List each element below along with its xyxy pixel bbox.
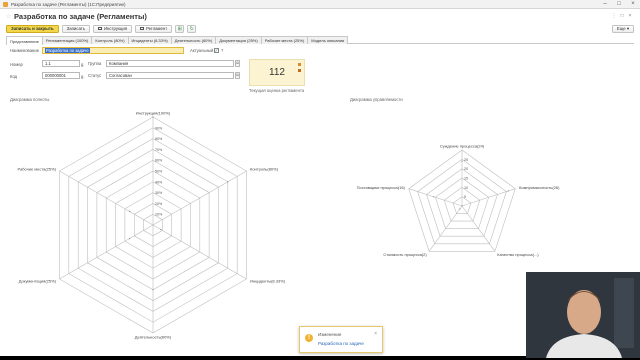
tab-activity[interactable]: Деятельность (60%) <box>170 36 217 44</box>
page-header: ☆ Разработка по задаче (Регламенты) ⋮ □ … <box>6 10 634 22</box>
completeness-category-label: Документация(25%) <box>19 279 57 284</box>
status-label: Статус <box>88 73 102 78</box>
rating-indicator-icon-2 <box>298 69 301 72</box>
manageability-tick-label: 25 <box>464 158 468 162</box>
tab-bar: Представление Регламентация (100%) Контр… <box>6 36 634 45</box>
save-and-close-button[interactable]: Записать и закрыть <box>6 24 59 33</box>
manageability-data-point <box>461 160 463 162</box>
manageability-category-label: Стоимость процесса(2) <box>383 252 427 257</box>
minimize-button[interactable]: – <box>598 0 612 9</box>
toolbar: Записать и закрыть Записать Инструкция Р… <box>6 24 634 33</box>
reglament-button[interactable]: Регламент <box>135 24 173 33</box>
name-field[interactable]: Разработка по задаче <box>42 47 184 54</box>
app-logo-icon <box>3 1 8 7</box>
completeness-category-label: Деятельность(60%) <box>135 335 172 340</box>
titlebar: Разработка по задаче (Регламенты) (1С:Пр… <box>0 0 640 9</box>
close-form-icon[interactable]: × <box>626 13 634 19</box>
structure-button[interactable]: ⊞ <box>175 24 185 33</box>
manageability-data-point <box>507 190 509 192</box>
group-select-icon[interactable]: ⧉ <box>235 60 240 67</box>
number-label: Номер <box>10 62 23 67</box>
number-field[interactable]: 1.1 <box>42 60 80 67</box>
tab-presentation[interactable]: Представление <box>6 36 43 45</box>
completeness-data-point <box>129 237 131 240</box>
rating-caption: Текущая оценка регламента <box>249 88 305 93</box>
notification-close-button[interactable]: × <box>374 331 377 337</box>
manageability-series-area <box>434 161 509 209</box>
completeness-data-point <box>227 181 229 183</box>
rating-value: 112 <box>269 67 285 78</box>
reglament-label: Регламент <box>146 26 168 31</box>
close-window-button[interactable]: × <box>626 0 640 9</box>
presenter-figure <box>526 272 640 358</box>
code-field[interactable]: 000000001 <box>42 72 80 79</box>
manageability-category-label: Качество процесса(...) <box>497 252 539 257</box>
number-unit: g. <box>81 62 85 67</box>
right-chart-title: Диаграмма управляемости <box>350 97 403 102</box>
actual-label: Актуальный <box>190 48 214 53</box>
hierarchy-icon: ⊞ <box>177 25 182 32</box>
more-button[interactable]: Еще ▾ <box>611 24 634 33</box>
more-actions-icon[interactable]: ⋮ <box>610 13 618 19</box>
completeness-category-label: Рабочие места(25%) <box>18 167 57 172</box>
notification-link[interactable]: Разработка по задаче <box>318 341 364 346</box>
refresh-icon: ↻ <box>189 25 194 32</box>
actual-flag-text: ? <box>221 48 224 53</box>
manageability-category-label: Поставщики процесса(16) <box>357 185 406 190</box>
completeness-radar-chart: Инструкция(100%) Контроль(80%) Инциденты(8… <box>18 111 286 340</box>
completeness-category-label: Инструкция(100%) <box>136 111 171 116</box>
rating-indicator-icon <box>298 63 301 66</box>
tab-control[interactable]: Контроль (80%) <box>91 36 129 44</box>
manageability-data-point <box>433 196 435 198</box>
tab-documentation[interactable]: Документация (25%) <box>215 36 262 44</box>
tab-description-model[interactable]: Модель описания <box>307 36 349 44</box>
change-notification[interactable]: ! Изменение Разработка по задаче × <box>299 326 383 353</box>
completeness-data-point <box>152 289 154 291</box>
refresh-button[interactable]: ↻ <box>187 24 197 33</box>
code-unit: g. <box>81 74 85 79</box>
manageability-data-point <box>461 205 463 207</box>
completeness-category-label: Инциденты(8.33%) <box>250 279 286 284</box>
restore-icon[interactable]: □ <box>618 13 626 19</box>
favorite-star-icon[interactable]: ☆ <box>6 13 12 20</box>
print-icon <box>97 27 102 30</box>
instruction-button[interactable]: Инструкция <box>92 24 133 33</box>
status-field[interactable]: Согласован <box>106 72 234 79</box>
manageability-category-label: Компромиссность(26) <box>519 185 560 190</box>
rating-badge: 112 <box>249 59 305 86</box>
completeness-data-point <box>160 228 162 231</box>
webcam-overlay <box>526 272 640 358</box>
completeness-data-point <box>129 210 131 213</box>
completeness-data-point <box>152 116 154 118</box>
completeness-category-label: Контроль(80%) <box>250 167 279 172</box>
manageability-data-point <box>459 208 461 210</box>
code-label: Код <box>10 74 18 79</box>
actual-checkbox[interactable]: ✓ <box>214 48 219 53</box>
save-button[interactable]: Записать <box>61 24 90 33</box>
manageability-category-label: Суждение процесса(24) <box>440 144 485 149</box>
name-value: Разработка по задаче <box>45 47 90 53</box>
info-icon: ! <box>305 334 313 342</box>
tab-incidents[interactable]: Инциденты (8.33%) <box>127 36 172 44</box>
page-title: Разработка по задаче (Регламенты) <box>14 11 147 21</box>
main-form: Наименование Разработка по задаче Актуал… <box>6 46 634 96</box>
tab-reglamentation[interactable]: Регламентация (100%) <box>41 36 93 44</box>
name-label: Наименование <box>10 48 40 53</box>
maximize-button[interactable]: □ <box>612 0 626 9</box>
window-title: Разработка по задаче (Регламенты) (1С:Пр… <box>11 1 126 7</box>
group-label: Группа <box>88 61 102 66</box>
instruction-label: Инструкция <box>103 26 128 31</box>
tab-workplaces[interactable]: Рабочие места (25%) <box>260 36 309 44</box>
notification-title: Изменение <box>318 332 342 337</box>
status-select-icon[interactable]: ⧉ <box>235 72 240 79</box>
group-field[interactable]: Компания <box>106 60 234 67</box>
print-icon <box>140 27 145 30</box>
